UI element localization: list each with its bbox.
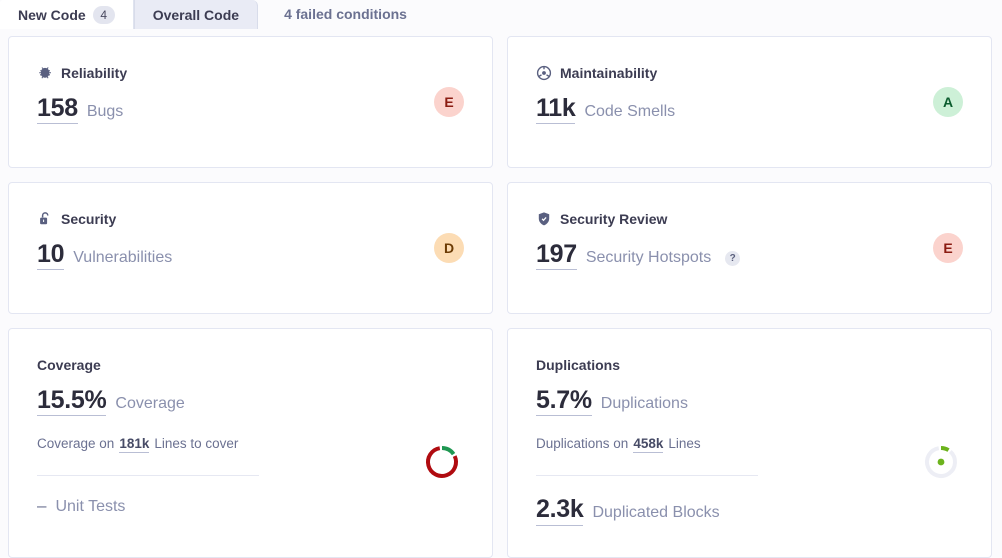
maintainability-rating-badge[interactable]: A (933, 87, 963, 117)
card-duplications-title: Duplications (536, 357, 621, 373)
card-coverage-title: Coverage (37, 357, 101, 373)
coverage-divider (37, 475, 259, 477)
coverage-lines-row: Coverage on 181k Lines to cover (37, 436, 464, 454)
tab-group: New Code 4 Overall Code (0, 0, 259, 29)
security-hotspots-label[interactable]: Security Hotspots (586, 249, 711, 267)
code-smells-count[interactable]: 11k (536, 95, 576, 125)
security-rating-badge[interactable]: D (434, 233, 464, 263)
tab-overall-code[interactable]: Overall Code (133, 0, 259, 29)
tab-new-code-badge: 4 (92, 5, 115, 24)
coverage-label[interactable]: Coverage (115, 395, 184, 413)
card-reliability-header: Reliability (37, 65, 464, 81)
reliability-rating-badge[interactable]: E (434, 87, 464, 117)
card-maintainability-title: Maintainability (560, 65, 658, 81)
code-smell-icon (536, 65, 552, 81)
duplications-lines-suffix: Lines (668, 436, 701, 452)
card-maintainability: Maintainability 11k Code Smells A (507, 36, 992, 168)
card-security-review-header: Security Review (536, 211, 963, 227)
tab-bar: New Code 4 Overall Code 4 failed conditi… (0, 0, 1002, 29)
help-icon[interactable]: ? (725, 251, 741, 266)
unit-tests-row: – Unit Tests (37, 496, 464, 516)
card-duplications-header: Duplications (536, 357, 963, 373)
bug-icon (37, 65, 53, 81)
security-review-rating-badge[interactable]: E (933, 233, 963, 263)
duplicated-blocks-row: 2.3k Duplicated Blocks (536, 496, 963, 526)
lines-to-cover-count[interactable]: 181k (119, 436, 150, 454)
duplications-percent[interactable]: 5.7% (536, 387, 592, 417)
duplications-lines-row: Duplications on 458k Lines (536, 436, 963, 454)
unit-tests-label[interactable]: Unit Tests (55, 498, 125, 516)
card-security-header: Security (37, 211, 464, 227)
duplications-label[interactable]: Duplications (601, 395, 688, 413)
card-security-review-title: Security Review (560, 211, 668, 227)
unit-tests-value: – (37, 496, 47, 516)
security-hotspots-count[interactable]: 197 (536, 241, 577, 271)
card-reliability: Reliability 158 Bugs E (8, 36, 493, 168)
card-coverage: Coverage 15.5% Coverage Coverage on 181k… (8, 328, 493, 558)
shield-icon (536, 211, 552, 227)
metrics-grid: Reliability 158 Bugs E Maintainability 1… (0, 29, 1002, 558)
coverage-lines-suffix: Lines to cover (154, 436, 239, 452)
card-coverage-metric: 15.5% Coverage (37, 387, 464, 417)
code-smells-label[interactable]: Code Smells (584, 103, 675, 121)
bugs-label[interactable]: Bugs (87, 103, 123, 121)
tab-overall-code-label: Overall Code (152, 6, 240, 23)
vulnerabilities-count[interactable]: 10 (37, 241, 65, 271)
card-security: Security 10 Vulnerabilities D (8, 182, 493, 314)
card-security-review-metric: 197 Security Hotspots ? (536, 241, 963, 271)
card-duplications-metric: 5.7% Duplications (536, 387, 963, 417)
duplications-donut-chart (921, 442, 961, 487)
card-reliability-metric: 158 Bugs (37, 95, 464, 125)
card-coverage-header: Coverage (37, 357, 464, 373)
duplicated-blocks-count[interactable]: 2.3k (536, 496, 584, 526)
failed-conditions-link[interactable]: 4 failed conditions (284, 6, 407, 23)
duplications-lines-prefix: Duplications on (536, 436, 629, 452)
card-security-title: Security (61, 211, 117, 227)
coverage-lines-prefix: Coverage on (37, 436, 115, 452)
open-lock-icon (37, 211, 53, 227)
bugs-count[interactable]: 158 (37, 95, 78, 125)
card-reliability-title: Reliability (61, 65, 128, 81)
card-security-review: Security Review 197 Security Hotspots ? … (507, 182, 992, 314)
coverage-donut-chart (422, 442, 462, 487)
card-duplications: Duplications 5.7% Duplications Duplicati… (507, 328, 992, 558)
tab-new-code-label: New Code (18, 6, 86, 23)
tab-new-code[interactable]: New Code 4 (0, 0, 134, 29)
duplications-divider (536, 475, 758, 477)
card-security-metric: 10 Vulnerabilities (37, 241, 464, 271)
vulnerabilities-label[interactable]: Vulnerabilities (73, 249, 172, 267)
coverage-percent[interactable]: 15.5% (37, 387, 107, 417)
duplicated-blocks-label[interactable]: Duplicated Blocks (592, 504, 719, 522)
duplicated-lines-count[interactable]: 458k (633, 436, 664, 454)
card-maintainability-header: Maintainability (536, 65, 963, 81)
card-maintainability-metric: 11k Code Smells (536, 95, 963, 125)
